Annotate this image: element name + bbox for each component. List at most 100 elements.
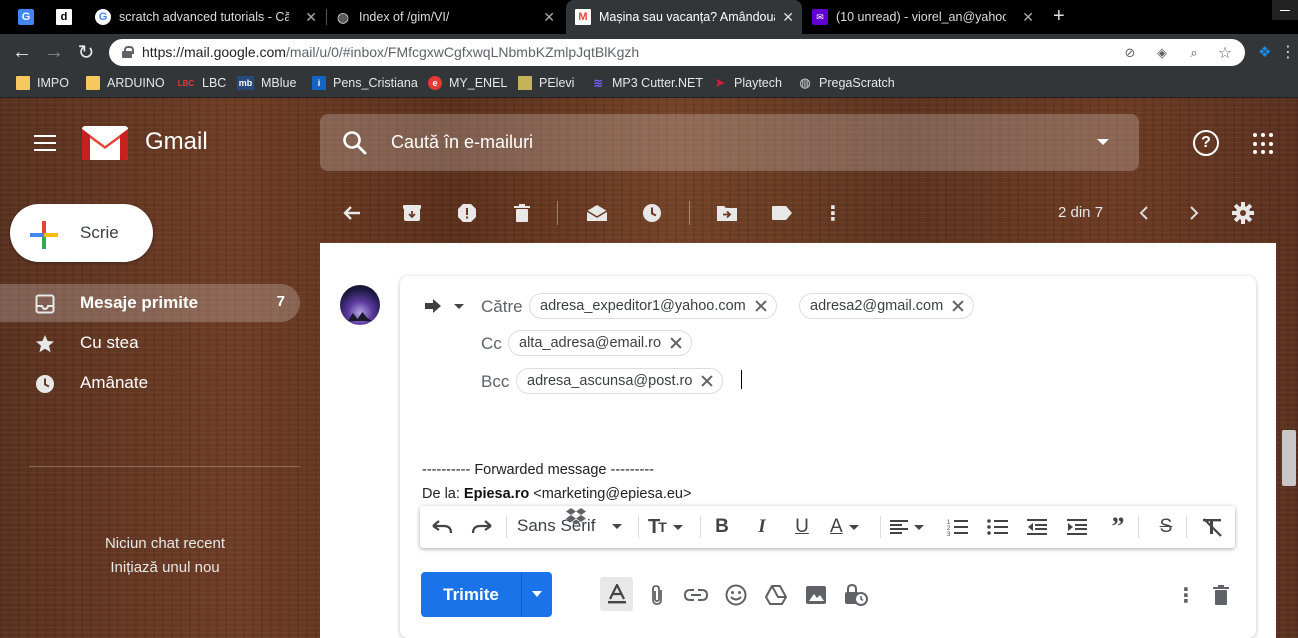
italic-icon[interactable]: I [750, 516, 774, 538]
bookmark-pregascratch[interactable]: ◍ PregaScratch [798, 75, 894, 90]
search-options-caret-icon[interactable] [1097, 139, 1109, 145]
bookmark-star-icon[interactable]: ☆ [1217, 45, 1233, 62]
bookmark-mblue[interactable]: mb MBlue [237, 76, 296, 90]
page-scrollbar[interactable] [1282, 430, 1296, 486]
google-apps-icon[interactable] [1253, 133, 1275, 155]
confidential-mode-icon[interactable] [843, 582, 869, 608]
bold-icon[interactable]: B [710, 516, 734, 538]
align-icon[interactable] [890, 516, 934, 538]
compose-button[interactable]: Scrie [10, 204, 153, 262]
extension-eye-icon[interactable]: ◈ [1154, 45, 1170, 61]
insert-photo-icon[interactable] [803, 582, 829, 608]
address-bar[interactable]: https://mail.google.com/mail/u/0/#inbox/… [109, 39, 1245, 66]
forwarded-from-line: De la: Epiesa.ro <marketing@epiesa.eu> [422, 486, 692, 502]
start-chat-link[interactable]: Inițiază unul nou [30, 556, 300, 580]
older-chevron-icon[interactable] [1183, 202, 1205, 224]
sidebar-item-inbox[interactable]: Mesaje primite 7 [0, 284, 300, 322]
quote-icon[interactable]: ” [1106, 512, 1130, 541]
recipient-chip-to[interactable]: adresa2@gmail.com [799, 293, 975, 319]
bookmark-my-enel[interactable]: e MY_ENEL [428, 76, 507, 90]
reload-icon[interactable]: ↻ [74, 40, 98, 64]
more-actions-icon[interactable]: ⋮ [822, 202, 844, 225]
tab-close-icon[interactable]: ✕ [305, 9, 317, 26]
recipient-chip-to[interactable]: adresa_expeditor1@yahoo.com [529, 293, 777, 319]
search-icon[interactable] [342, 130, 368, 156]
label-tag-icon[interactable] [771, 202, 793, 224]
bookmark-lbc[interactable]: LBC LBC [177, 76, 227, 90]
font-size-icon[interactable]: TT [648, 516, 692, 538]
tab-index-gim[interactable]: ◍ Index of /gim/VI/ ✕ [335, 0, 563, 34]
tab-yahoo[interactable]: ✉ (10 unread) - viorel_an@yahoo.c ✕ [812, 0, 1042, 34]
remove-recipient-icon[interactable] [700, 374, 714, 388]
bookmark-pens-cristiana[interactable]: i Pens_Cristiana [312, 76, 418, 90]
emoji-icon[interactable] [723, 582, 749, 608]
bookmark-playtech[interactable]: ➤ Playtech [713, 75, 782, 90]
indent-less-icon[interactable] [1026, 516, 1050, 538]
window-minimize-button[interactable] [1272, 0, 1298, 20]
formatting-toolbar: Sans Serif TT B I U A 123 ” S [420, 506, 1235, 548]
delete-icon[interactable] [511, 202, 533, 224]
remove-formatting-icon[interactable] [1200, 516, 1224, 538]
text-color-icon[interactable]: A [830, 516, 870, 538]
recipient-chip-bcc[interactable]: adresa_ascunsa@post.ro [516, 368, 724, 394]
tab-gmail-active[interactable]: M Mașina sau vacanța? Amândouă! ✕ [566, 0, 802, 34]
remove-recipient-icon[interactable] [951, 299, 965, 313]
back-to-inbox-icon[interactable] [341, 202, 363, 224]
tab-title: Mașina sau vacanța? Amândouă! [599, 10, 775, 24]
dropbox-attach-icon[interactable] [563, 503, 589, 529]
archive-icon[interactable] [401, 202, 423, 224]
indent-more-icon[interactable] [1066, 516, 1090, 538]
recipient-chip-cc[interactable]: alta_adresa@email.ro [508, 330, 693, 356]
report-spam-icon[interactable] [456, 202, 478, 224]
send-button[interactable]: Trimite [421, 572, 521, 617]
sidebar-item-starred[interactable]: Cu stea [0, 324, 300, 362]
mark-unread-icon[interactable] [586, 202, 608, 224]
reply-type-caret-icon[interactable] [454, 304, 464, 309]
remove-recipient-icon[interactable] [754, 299, 768, 313]
underline-icon[interactable]: U [790, 516, 814, 538]
new-tab-plus-icon[interactable]: + [1053, 5, 1065, 28]
more-options-icon[interactable]: ⋮ [1173, 582, 1199, 608]
forward-arrow-icon[interactable] [424, 298, 442, 314]
bcc-text-caret[interactable] [741, 370, 742, 389]
snooze-clock-icon[interactable] [641, 202, 663, 224]
dropbox-extension-icon[interactable]: ❖ [1258, 43, 1276, 61]
bookmark-arduino[interactable]: ARDUINO [86, 76, 165, 90]
zoom-icon[interactable]: ⌕ [1186, 45, 1202, 61]
chrome-menu-icon[interactable]: ⋮ [1280, 42, 1296, 62]
main-menu-icon[interactable] [34, 135, 56, 151]
gmail-icon: M [575, 9, 591, 25]
bookmark-impo[interactable]: IMPO [16, 76, 69, 90]
undo-icon[interactable] [430, 516, 454, 538]
insert-link-icon[interactable] [683, 582, 709, 608]
bookmark-mp3-cutter[interactable]: ≋ MP3 Cutter.NET [591, 76, 703, 90]
tab-doc[interactable]: d [56, 0, 86, 34]
google-drive-icon[interactable] [763, 582, 789, 608]
newer-chevron-icon[interactable] [1133, 202, 1155, 224]
tab-title: scratch advanced tutorials - Căut [119, 10, 289, 24]
strikethrough-icon[interactable]: S [1154, 516, 1178, 538]
discard-draft-icon[interactable] [1208, 582, 1234, 608]
remove-recipient-icon[interactable] [669, 336, 683, 350]
bookmark-pelevi[interactable]: PElevi [518, 76, 574, 90]
forward-arrow-icon[interactable]: → [42, 40, 66, 64]
tab-scratch-search[interactable]: G scratch advanced tutorials - Căut ✕ [95, 0, 325, 34]
attach-file-icon[interactable] [644, 582, 670, 608]
sidebar-item-snoozed[interactable]: Amânate [0, 364, 300, 402]
move-to-icon[interactable] [716, 202, 738, 224]
send-options-button[interactable] [521, 572, 552, 617]
help-icon[interactable]: ? [1193, 130, 1219, 156]
tab-close-icon[interactable]: ✕ [543, 9, 555, 26]
tab-google-translate[interactable]: G [18, 0, 48, 34]
tab-close-icon[interactable]: ✕ [782, 9, 794, 26]
back-arrow-icon[interactable]: ← [10, 40, 34, 64]
tab-close-icon[interactable]: ✕ [1022, 9, 1034, 26]
search-mail-input[interactable]: Caută în e-mailuri [320, 114, 1139, 171]
numbered-list-icon[interactable]: 123 [946, 516, 970, 538]
settings-gear-icon[interactable] [1232, 202, 1254, 224]
redo-icon[interactable] [470, 516, 494, 538]
formatting-options-icon[interactable] [600, 577, 633, 611]
blocked-popup-icon[interactable]: ⊘ [1122, 45, 1138, 61]
bulleted-list-icon[interactable] [986, 516, 1010, 538]
waveform-icon: ≋ [592, 76, 604, 90]
